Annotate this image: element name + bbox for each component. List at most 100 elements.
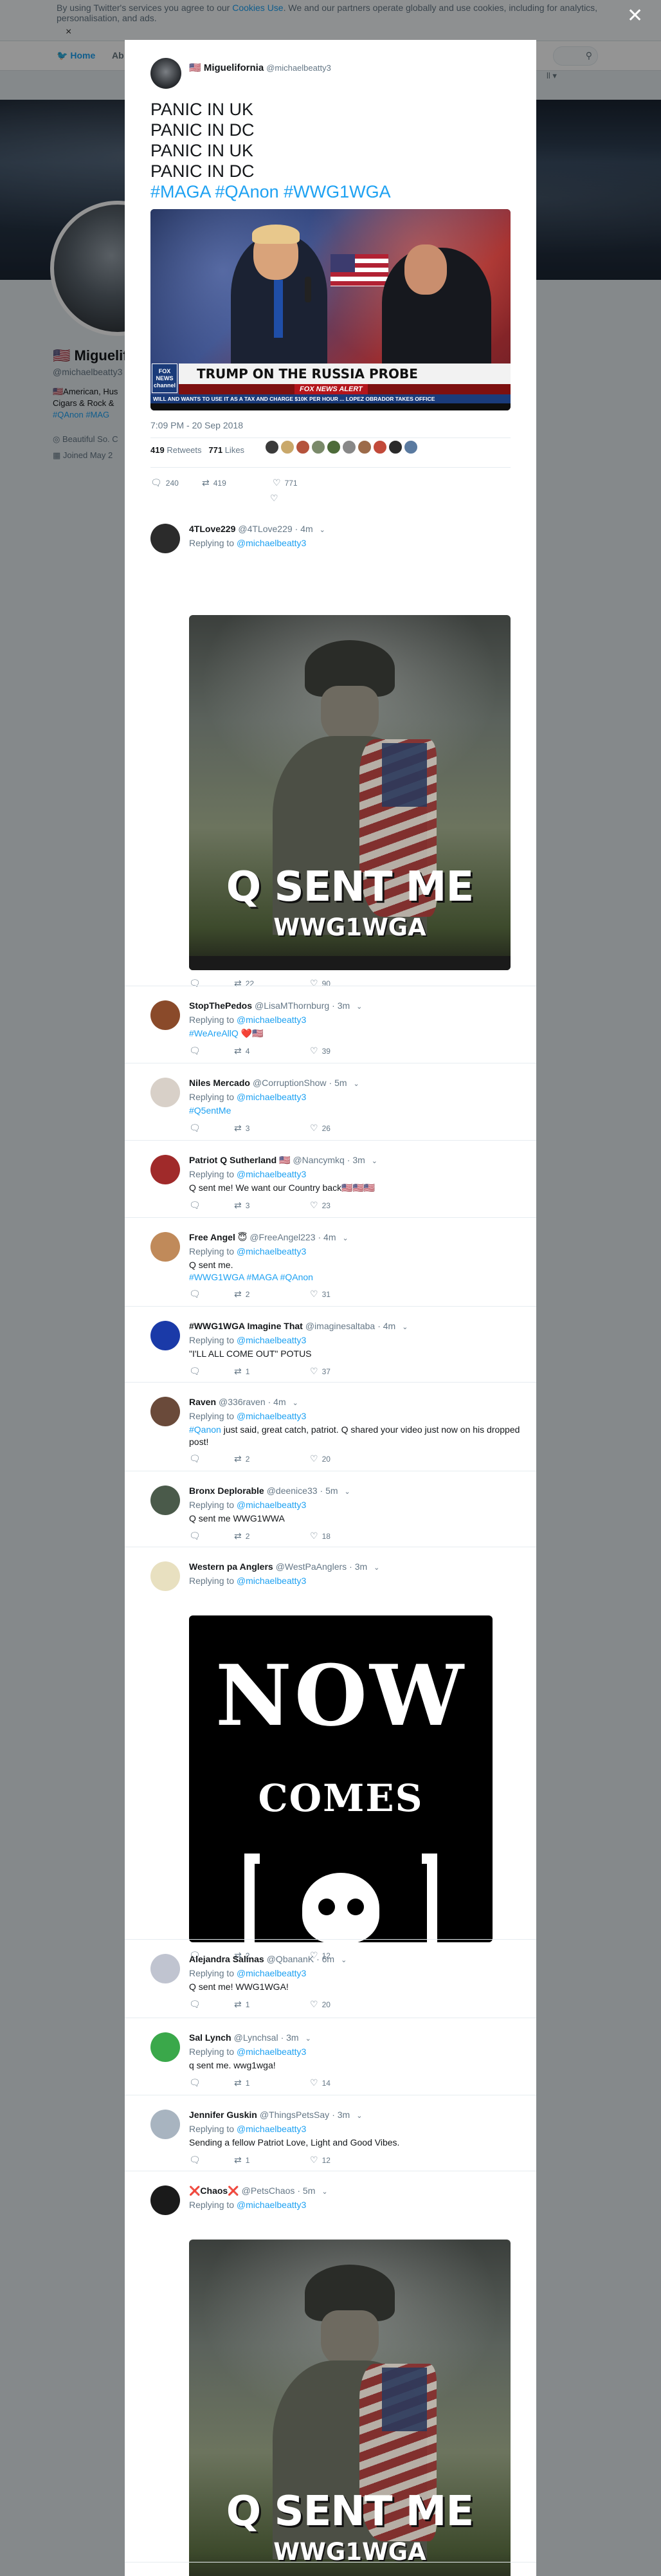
- chevron-down-icon[interactable]: ⌄: [356, 2112, 362, 2120]
- chevron-down-icon[interactable]: ⌄: [402, 1323, 408, 1331]
- reply-tweet[interactable]: #WWG1WGA Imagine That @imaginesaltaba · 4m…: [125, 1306, 536, 1382]
- replying-to-mention[interactable]: @michaelbeatty3: [237, 1576, 306, 1586]
- reply-time[interactable]: · 4m: [295, 524, 313, 534]
- reply-avatar[interactable]: [150, 1397, 180, 1426]
- replying-to-mention[interactable]: @michaelbeatty3: [237, 1015, 306, 1025]
- like-button[interactable]: ♡ 31: [310, 1289, 330, 1300]
- liker-avatar[interactable]: [327, 440, 341, 454]
- reply-time[interactable]: · 5m: [329, 1078, 347, 1088]
- reply-author-handle[interactable]: @deenice33: [267, 1486, 318, 1496]
- reply-tweet[interactable]: Western pa Anglers @WestPaAnglers · 3m ⌄ Rep…: [125, 1547, 536, 1960]
- retweet-button[interactable]: ⇄ 1: [234, 1366, 249, 1377]
- retweet-button[interactable]: ⇄ 3: [234, 1123, 249, 1134]
- reply-avatar[interactable]: [150, 1000, 180, 1030]
- reply-button[interactable]: 🗨 240: [150, 477, 179, 488]
- reply-tweet[interactable]: 4TLove229 @4TLove229 · 4m ⌄ Replying to @mic…: [125, 510, 536, 988]
- reply-hashtag[interactable]: #Qanon: [189, 1424, 221, 1435]
- retweet-button[interactable]: ⇄ 2: [234, 1289, 249, 1300]
- reply-author-handle[interactable]: @ThingsPetsSay: [260, 2110, 329, 2120]
- retweet-button[interactable]: ⇄ 419: [202, 477, 226, 488]
- like-button[interactable]: ♡: [270, 493, 278, 504]
- author-name-line[interactable]: 🇺🇸 Miguelifornia @michaelbeatty3: [189, 62, 331, 73]
- reply-author-handle[interactable]: @PetsChaos: [242, 2185, 295, 2196]
- reply-tweet[interactable]: Patriot Q Sutherland 🇺🇸 @Nancymkq · 3m ⌄ Rep…: [125, 1140, 536, 1217]
- reply-author-name[interactable]: Alejandra Salinas: [189, 1954, 264, 1964]
- chevron-down-icon[interactable]: ⌄: [341, 1956, 347, 1964]
- reply-tweet[interactable]: Raven @336raven · 4m ⌄ Replying to @michaelb…: [125, 1382, 536, 1471]
- replying-to-mention[interactable]: @michaelbeatty3: [237, 2124, 306, 2134]
- reply-avatar[interactable]: [150, 1561, 180, 1591]
- replying-to-mention[interactable]: @michaelbeatty3: [237, 1968, 306, 1978]
- reply-avatar[interactable]: [150, 1232, 180, 1262]
- liker-avatar[interactable]: [404, 440, 418, 454]
- reply-media-image[interactable]: NOW COMES: [189, 1615, 493, 1942]
- author-name[interactable]: 🇺🇸 Miguelifornia: [189, 62, 264, 73]
- like-button[interactable]: ♡ 771: [273, 477, 298, 488]
- reply-time[interactable]: · 3m: [332, 1000, 350, 1011]
- reply-author-name[interactable]: StopThePedos: [189, 1000, 252, 1011]
- like-button[interactable]: ♡ 26: [310, 1123, 330, 1134]
- like-button[interactable]: ♡ 12: [310, 2155, 330, 2166]
- replying-to-mention[interactable]: @michaelbeatty3: [237, 2200, 306, 2210]
- reply-avatar[interactable]: [150, 524, 180, 553]
- reply-time[interactable]: · 5m: [297, 2185, 315, 2196]
- like-button[interactable]: ♡ 37: [310, 1366, 330, 1377]
- reply-tweet[interactable]: Niles Mercado @CorruptionShow · 5m ⌄ Replyin…: [125, 1063, 536, 1140]
- author-handle[interactable]: @michaelbeatty3: [266, 63, 331, 73]
- reply-tweet[interactable]: StopThePedos @LisaMThornburg · 3m ⌄ Replying…: [125, 986, 536, 1063]
- reply-author-handle[interactable]: @QbananK: [267, 1954, 314, 1964]
- chevron-down-icon[interactable]: ⌄: [374, 1564, 379, 1572]
- liker-avatar[interactable]: [265, 440, 279, 454]
- retweet-button[interactable]: ⇄ 3: [234, 1200, 249, 1211]
- close-icon[interactable]: ✕: [627, 6, 643, 26]
- like-button[interactable]: ♡ 20: [310, 1999, 330, 2010]
- like-count[interactable]: 771: [208, 445, 222, 455]
- reply-time[interactable]: · 3m: [332, 2110, 350, 2120]
- retweet-button[interactable]: ⇄ 1: [234, 2155, 249, 2166]
- reply-avatar[interactable]: [150, 1954, 180, 1983]
- reply-author-handle[interactable]: @CorruptionShow: [253, 1078, 327, 1088]
- reply-avatar[interactable]: [150, 2110, 180, 2139]
- reply-tweet[interactable]: BooksAnon@Books_Anon· 5m⌄: [125, 2562, 536, 2576]
- chevron-down-icon[interactable]: ⌄: [321, 2188, 327, 2196]
- reply-media-image[interactable]: Q SENT ME WWG1WGA: [189, 2240, 511, 2576]
- like-button[interactable]: ♡ 20: [310, 1453, 330, 1464]
- reply-button[interactable]: 🗨: [189, 2077, 201, 2088]
- reply-author-name[interactable]: Jennifer Guskin: [189, 2110, 257, 2120]
- reply-hashtags[interactable]: #WWG1WGA #MAGA #QAnon: [189, 1272, 313, 1282]
- reply-author-name[interactable]: Niles Mercado: [189, 1078, 250, 1088]
- reply-tweet[interactable]: Free Angel 😇 @FreeAngel223 · 4m ⌄ Replying t…: [125, 1217, 536, 1306]
- reply-avatar[interactable]: [150, 1078, 180, 1107]
- chevron-down-icon[interactable]: ⌄: [356, 1003, 362, 1011]
- reply-time[interactable]: · 4m: [318, 1232, 336, 1242]
- reply-tweet[interactable]: Jennifer Guskin @ThingsPetsSay · 3m ⌄ Replyi…: [125, 2095, 536, 2171]
- reply-time[interactable]: · 3m: [281, 2032, 299, 2043]
- reply-author-name[interactable]: Raven: [189, 1397, 216, 1407]
- replying-to-mention[interactable]: @michaelbeatty3: [237, 1411, 306, 1421]
- reply-tweet[interactable]: Alejandra Salinas @QbananK · 6m ⌄ Replying t…: [125, 1939, 536, 2018]
- chevron-down-icon[interactable]: ⌄: [343, 1235, 349, 1242]
- reply-author-name[interactable]: Patriot Q Sutherland 🇺🇸: [189, 1155, 290, 1165]
- tweet-timestamp[interactable]: 7:09 PM - 20 Sep 2018: [150, 420, 243, 430]
- reply-button[interactable]: 🗨: [189, 1200, 201, 1211]
- chevron-down-icon[interactable]: ⌄: [354, 1080, 359, 1088]
- like-button[interactable]: ♡ 14: [310, 2077, 330, 2088]
- liker-avatar[interactable]: [280, 440, 294, 454]
- reply-avatar[interactable]: [150, 2185, 180, 2215]
- chevron-down-icon[interactable]: ⌄: [293, 1399, 298, 1407]
- reply-avatar[interactable]: [150, 1486, 180, 1515]
- chevron-down-icon[interactable]: ⌄: [305, 2035, 311, 2043]
- liker-avatar[interactable]: [342, 440, 356, 454]
- chevron-down-icon[interactable]: ⌄: [320, 526, 325, 534]
- reply-author-handle[interactable]: @Lynchsal: [234, 2032, 278, 2043]
- reply-tweet[interactable]: Sal Lynch @Lynchsal · 3m ⌄ Replying to @mich…: [125, 2018, 536, 2095]
- retweet-button[interactable]: ⇄ 1: [234, 1999, 249, 2010]
- replying-to-mention[interactable]: @michaelbeatty3: [237, 2047, 306, 2057]
- reply-tweet[interactable]: ❌Chaos❌ @PetsChaos · 5m ⌄ Replying to @micha…: [125, 2171, 536, 2576]
- reply-time[interactable]: · 6m: [316, 1954, 334, 1964]
- liker-avatar[interactable]: [358, 440, 372, 454]
- reply-author-handle[interactable]: @Nancymkq: [293, 1155, 344, 1165]
- retweet-count[interactable]: 419: [150, 445, 165, 455]
- reply-hashtags[interactable]: #Q5entMe: [189, 1105, 231, 1116]
- liker-avatar[interactable]: [373, 440, 387, 454]
